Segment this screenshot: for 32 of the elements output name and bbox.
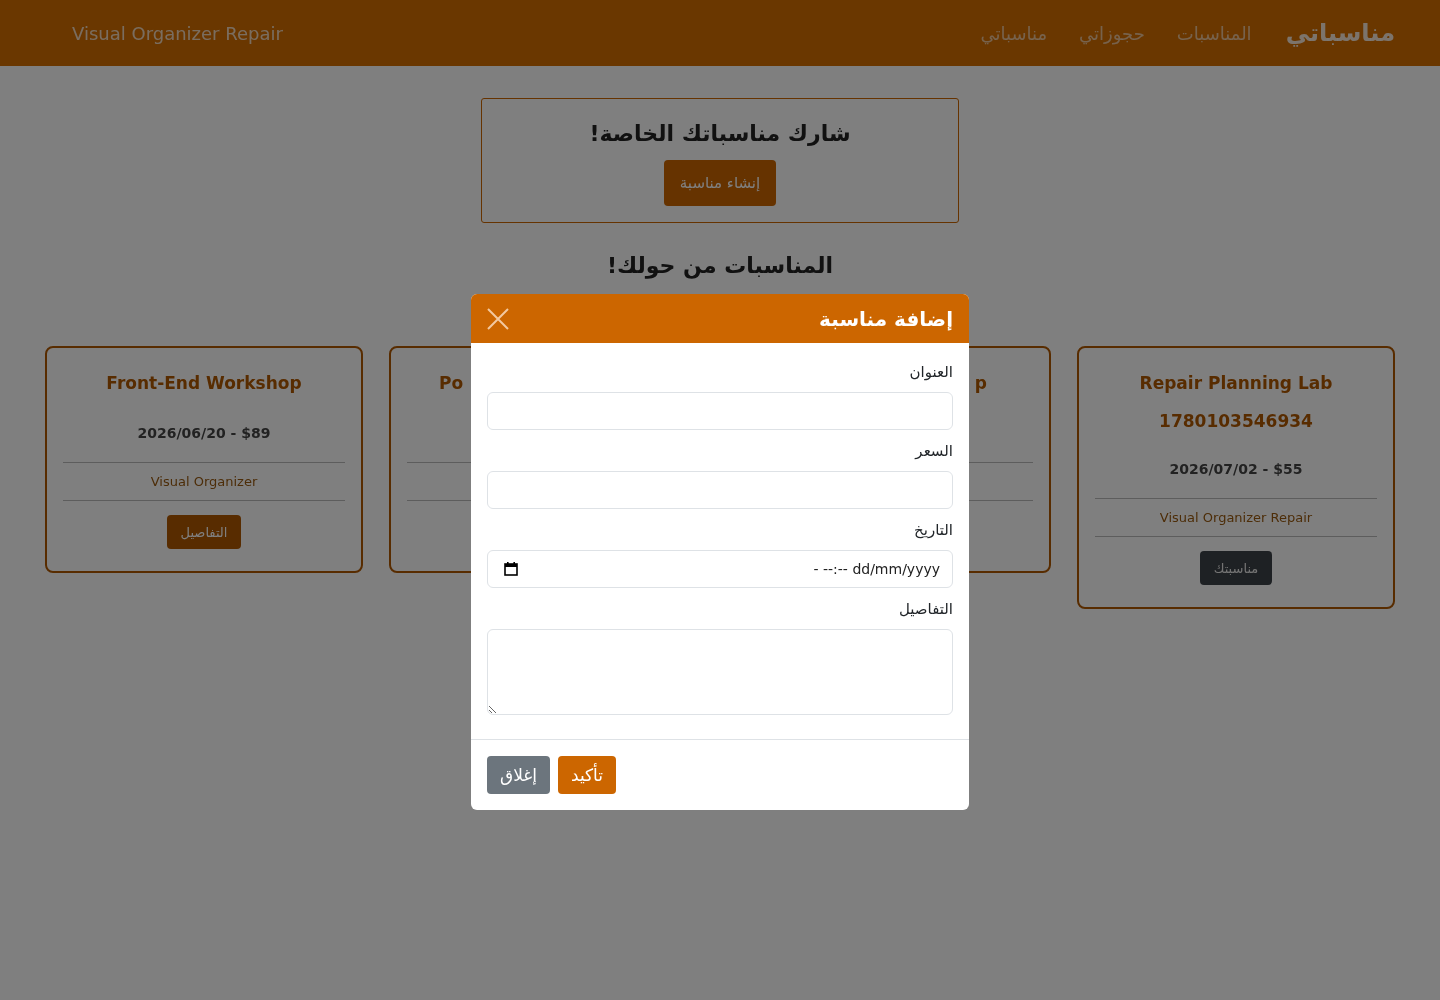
- card-organizer: Visual Organizer: [150, 473, 258, 491]
- card-date-price: 2026/07/02 - $55: [1169, 460, 1303, 479]
- card-organizer: Visual Organizer Repair: [1159, 509, 1313, 527]
- field-label: العنوان: [909, 362, 953, 383]
- create-event-button[interactable]: إنشاء مناسبة: [663, 160, 777, 206]
- close-icon[interactable]: [487, 307, 509, 330]
- card-title: Repair Planning Lab: [1139, 373, 1333, 393]
- field-label: السعر: [915, 441, 953, 462]
- input-field[interactable]: [487, 471, 953, 509]
- modal-button[interactable]: تأكيد: [557, 756, 616, 794]
- card-button[interactable]: مناسبتك: [1199, 551, 1273, 585]
- card-title: Po: [439, 373, 464, 393]
- modal-button[interactable]: إغلاق: [487, 756, 550, 794]
- brand-link[interactable]: مناسباتي: [1285, 19, 1395, 47]
- nav-link[interactable]: المناسبات: [1176, 22, 1252, 44]
- nav-link[interactable]: مناسباتي: [980, 22, 1048, 44]
- card-button[interactable]: التفاصيل: [166, 515, 242, 549]
- hero-title: شارك مناسباتك الخاصة!: [589, 121, 851, 146]
- modal-title: إضافة مناسبة: [819, 306, 953, 331]
- nav-link[interactable]: حجوزاتي: [1079, 22, 1145, 44]
- field-label: التاريخ: [914, 520, 953, 541]
- section-title: المناسبات من حولك!: [606, 253, 834, 278]
- date-field[interactable]: - --:-- dd/mm/yyyy: [487, 550, 953, 588]
- field-label: التفاصيل: [898, 599, 953, 620]
- card-code: 1780103546934: [1159, 410, 1313, 433]
- calendar-icon[interactable]: [504, 562, 518, 576]
- details-field[interactable]: [487, 629, 953, 715]
- input-field[interactable]: [487, 392, 953, 430]
- card-date-price: 2026/06/20 - $89: [137, 424, 271, 443]
- site-name: Visual Organizer Repair: [72, 22, 283, 44]
- card-title: p: [974, 373, 987, 393]
- card-title: Front-End Workshop: [106, 373, 302, 393]
